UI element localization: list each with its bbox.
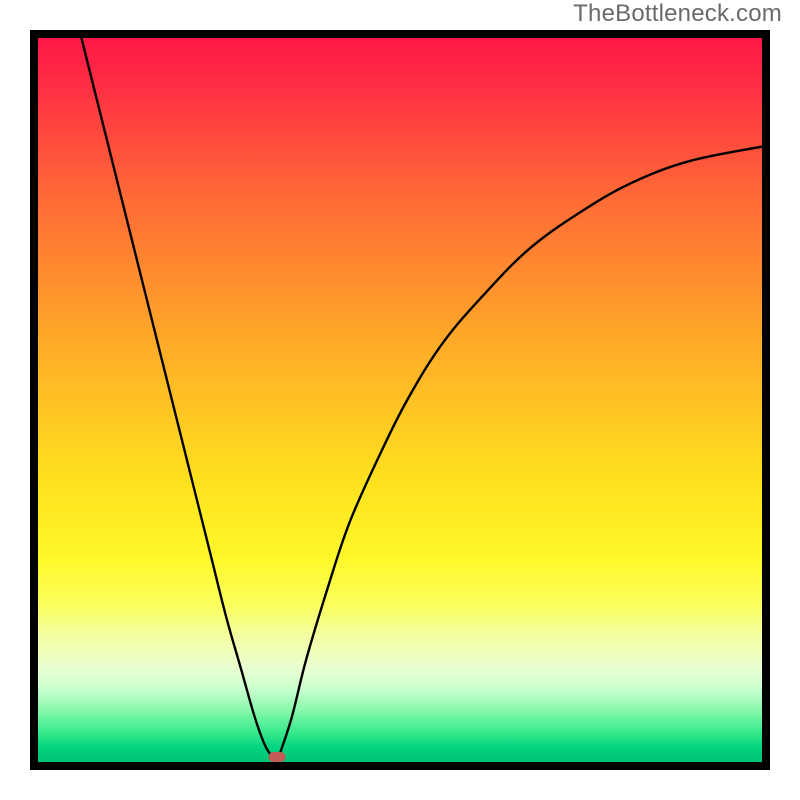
plot-frame [30,30,770,770]
watermark-text: TheBottleneck.com [573,0,782,28]
chart-root: TheBottleneck.com [0,0,800,800]
minimum-marker [268,752,285,762]
bottleneck-curve [38,38,762,762]
plot-area [38,38,762,762]
curve-left-branch [81,38,276,762]
curve-right-branch [277,147,762,762]
